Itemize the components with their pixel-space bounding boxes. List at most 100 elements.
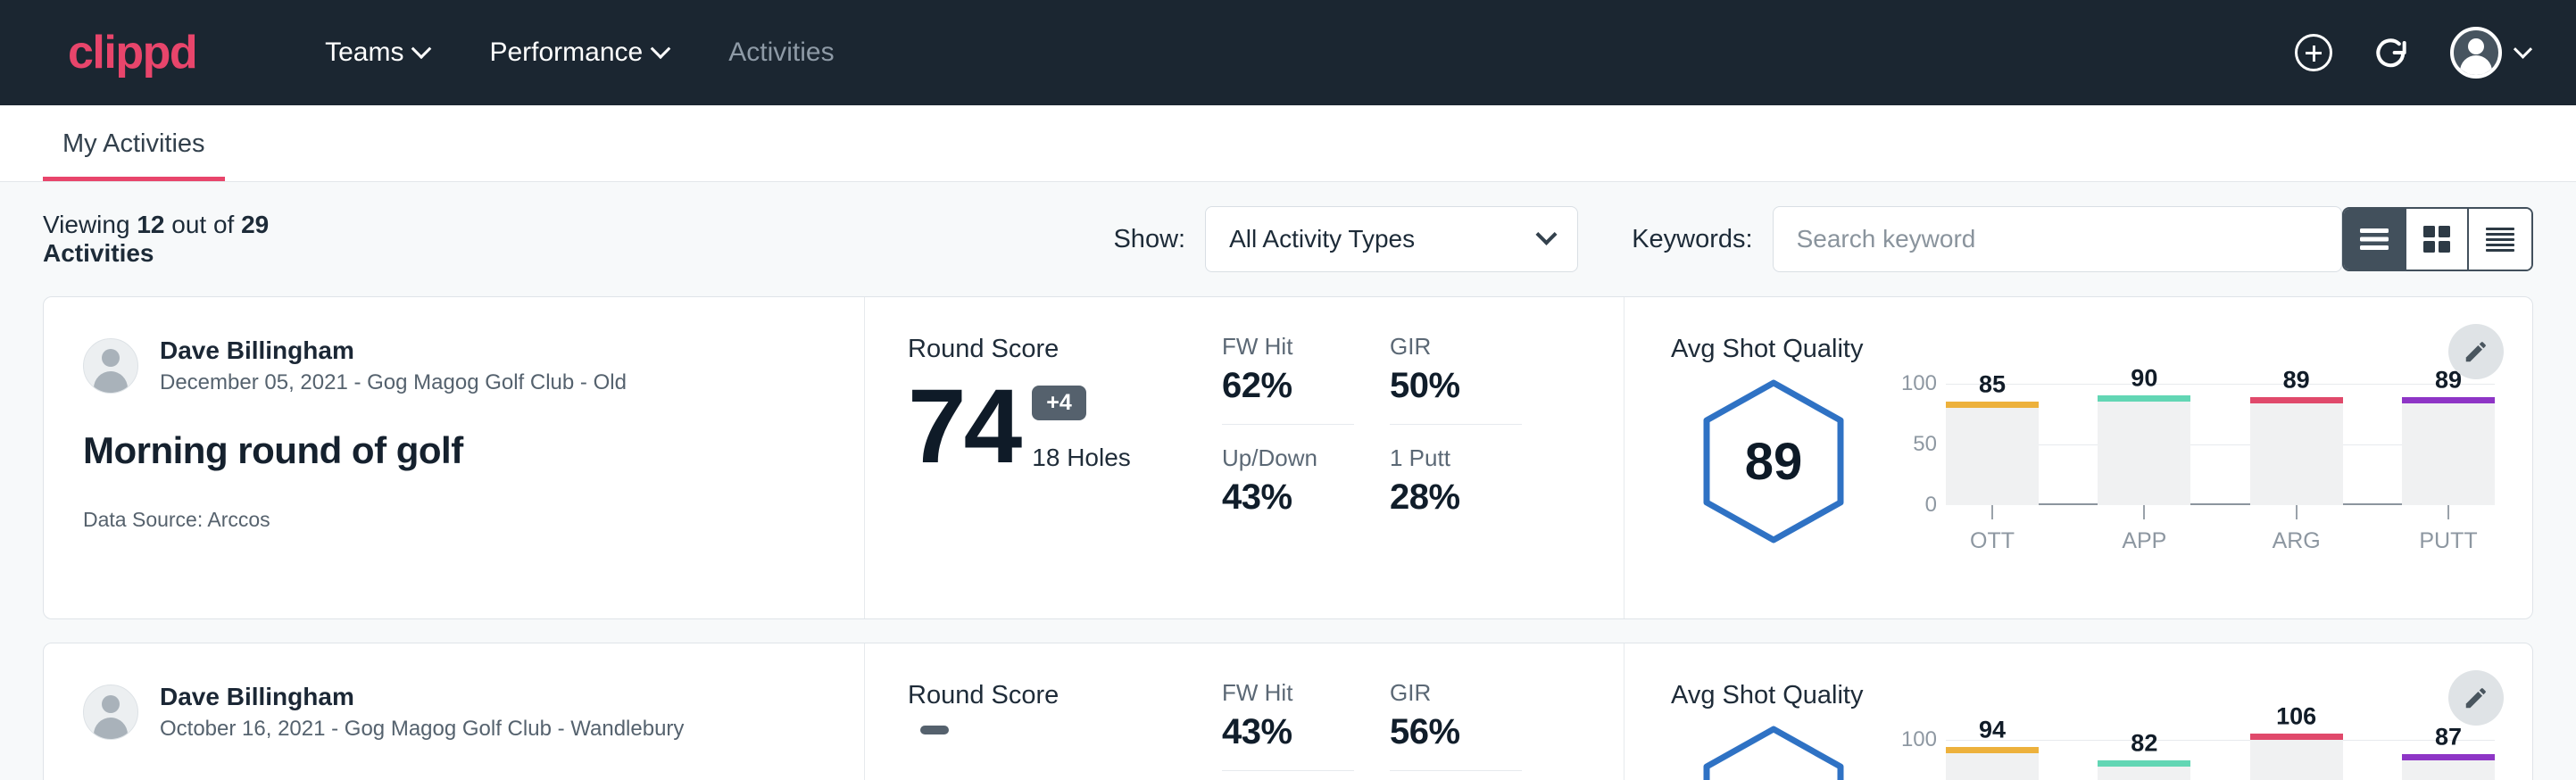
stat-1-putt: 1 Putt 28%	[1390, 444, 1522, 521]
compact-view-button[interactable]	[2469, 209, 2531, 270]
nav-label-teams: Teams	[325, 37, 403, 68]
stat-label: GIR	[1390, 333, 1522, 361]
clippd-logo[interactable]: clippd	[68, 29, 196, 76]
bar-value-label: 85	[1946, 370, 2039, 398]
nav-item-performance[interactable]: Performance	[459, 37, 698, 68]
pencil-icon	[2463, 685, 2489, 711]
stat-label: FW Hit	[1222, 679, 1354, 707]
bar-cap	[2098, 760, 2190, 767]
bar-value-label: 106	[2250, 702, 2343, 730]
chevron-down-icon	[411, 38, 432, 59]
round-score-label: Round Score	[908, 681, 1222, 710]
quality-hexagon-wrap: 89	[1671, 371, 1876, 546]
quality-hexagon-wrap	[1671, 718, 1876, 780]
bar[interactable]: 89	[2402, 397, 2495, 505]
bar-slot: 87	[2402, 718, 2495, 780]
filter-toolbar: Viewing 12 out of 29 Activities Show: Al…	[43, 182, 2533, 296]
stat-label: Up/Down	[1222, 444, 1354, 472]
y-axis-tick-label: 50	[1880, 432, 1937, 457]
bar-value-label: 89	[2250, 366, 2343, 394]
x-tick: OTT	[1946, 505, 2039, 554]
activity-info-column: Dave Billingham December 05, 2021 - Gog …	[44, 297, 865, 618]
avatar	[83, 338, 138, 394]
x-axis-ticks: OTTAPPARGPUTT	[1946, 505, 2495, 554]
tick-mark	[2296, 505, 2298, 519]
score-differential-badge	[920, 726, 949, 734]
stat-fw-hit: FW Hit 43%	[1222, 679, 1354, 771]
chevron-down-icon	[2514, 39, 2532, 58]
activity-data-source: Data Source: Arccos	[83, 508, 825, 532]
bar-value-label: 90	[2098, 365, 2190, 393]
stat-label: FW Hit	[1222, 333, 1354, 361]
score-differential-badge: +4	[1032, 386, 1086, 420]
search-input[interactable]: Search keyword	[1773, 206, 2343, 272]
author-text-block: Dave Billingham December 05, 2021 - Gog …	[160, 335, 627, 397]
bar-cap	[2250, 734, 2343, 740]
bar-slot: 94	[1946, 718, 2039, 780]
bar[interactable]: 87	[2402, 754, 2495, 780]
player-name: Dave Billingham	[160, 681, 684, 712]
page-content: Viewing 12 out of 29 Activities Show: Al…	[0, 182, 2576, 780]
bar-group: 85 90 89 89	[1946, 371, 2495, 505]
quality-score: 89	[1699, 377, 1849, 546]
quality-body: 89 05010085908989OTTAPPARGPUTT	[1671, 371, 2532, 550]
plot-area: 85 90 89 89	[1946, 371, 2495, 505]
tab-bar: My Activities	[0, 105, 2576, 182]
player-name: Dave Billingham	[160, 335, 627, 366]
nav-action-icons	[2295, 27, 2530, 79]
bar[interactable]: 82	[2098, 760, 2190, 780]
x-axis-tick-label: OTT	[1946, 528, 2039, 554]
round-score-row: 74 +4 18 Holes	[908, 377, 1222, 477]
bar[interactable]: 90	[2098, 395, 2190, 505]
show-label: Show:	[1113, 225, 1185, 254]
bar-slot: 90	[2098, 371, 2190, 505]
activity-info-column: Dave Billingham October 16, 2021 - Gog M…	[44, 643, 865, 780]
stats-grid: FW Hit 62% GIR 50% Up/Down 43% 1 Putt 28…	[1222, 333, 1624, 521]
stat-value: 28%	[1390, 477, 1522, 518]
chevron-down-icon	[1536, 223, 1558, 245]
avg-shot-quality-column: Avg Shot Quality 050100948210687OTTAPPAR…	[1624, 643, 2532, 780]
edit-activity-button[interactable]	[2448, 324, 2504, 379]
shot-quality-chart: 050100948210687OTTAPPARGPUTT	[1876, 718, 2532, 780]
tick-mark	[2143, 505, 2145, 519]
tab-my-activities[interactable]: My Activities	[43, 129, 225, 181]
stats-grid: FW Hit 43% GIR 56% Up/Down 1 Putt	[1222, 679, 1624, 780]
bar-cap	[2402, 754, 2495, 760]
bar[interactable]: 89	[2250, 397, 2343, 505]
activity-card[interactable]: Dave Billingham October 16, 2021 - Gog M…	[43, 643, 2533, 780]
activity-card[interactable]: Dave Billingham December 05, 2021 - Gog …	[43, 296, 2533, 619]
tick-mark	[1991, 505, 1993, 519]
list-view-button[interactable]	[2344, 209, 2406, 270]
nav-item-teams[interactable]: Teams	[295, 37, 459, 68]
bar-cap	[2098, 395, 2190, 402]
quality-hexagon	[1699, 723, 1849, 780]
bar[interactable]: 94	[1946, 747, 2039, 780]
bar-cap	[2402, 397, 2495, 403]
bar-slot: 106	[2250, 718, 2343, 780]
keywords-label: Keywords:	[1632, 225, 1752, 254]
activity-meta: December 05, 2021 - Gog Magog Golf Club …	[160, 369, 627, 397]
account-menu[interactable]	[2450, 27, 2530, 79]
pencil-icon	[2463, 338, 2489, 365]
grid-view-button[interactable]	[2406, 209, 2469, 270]
plus-circle-icon[interactable]	[2295, 34, 2332, 71]
x-axis-tick-label: PUTT	[2402, 528, 2495, 554]
y-axis-tick-label: 0	[1880, 493, 1937, 518]
avatar-body	[2460, 55, 2492, 77]
edit-activity-button[interactable]	[2448, 670, 2504, 726]
round-score-side: +4 18 Holes	[1032, 386, 1131, 477]
stat-fw-hit: FW Hit 62%	[1222, 333, 1354, 425]
y-axis-tick-label: 100	[1880, 727, 1937, 752]
activity-type-value: All Activity Types	[1229, 225, 1539, 253]
stat-gir: GIR 50%	[1390, 333, 1522, 425]
refresh-icon[interactable]	[2372, 33, 2411, 72]
x-axis-tick-label: ARG	[2250, 528, 2343, 554]
nav-item-activities[interactable]: Activities	[698, 37, 864, 68]
viewing-count-text: Viewing 12 out of 29 Activities	[43, 211, 359, 268]
activity-type-select[interactable]: All Activity Types	[1205, 206, 1578, 272]
x-tick: PUTT	[2402, 505, 2495, 554]
bar[interactable]: 85	[1946, 402, 2039, 505]
activity-author: Dave Billingham October 16, 2021 - Gog M…	[83, 681, 825, 743]
stat-value: 43%	[1222, 477, 1354, 518]
bar[interactable]: 106	[2250, 734, 2343, 780]
